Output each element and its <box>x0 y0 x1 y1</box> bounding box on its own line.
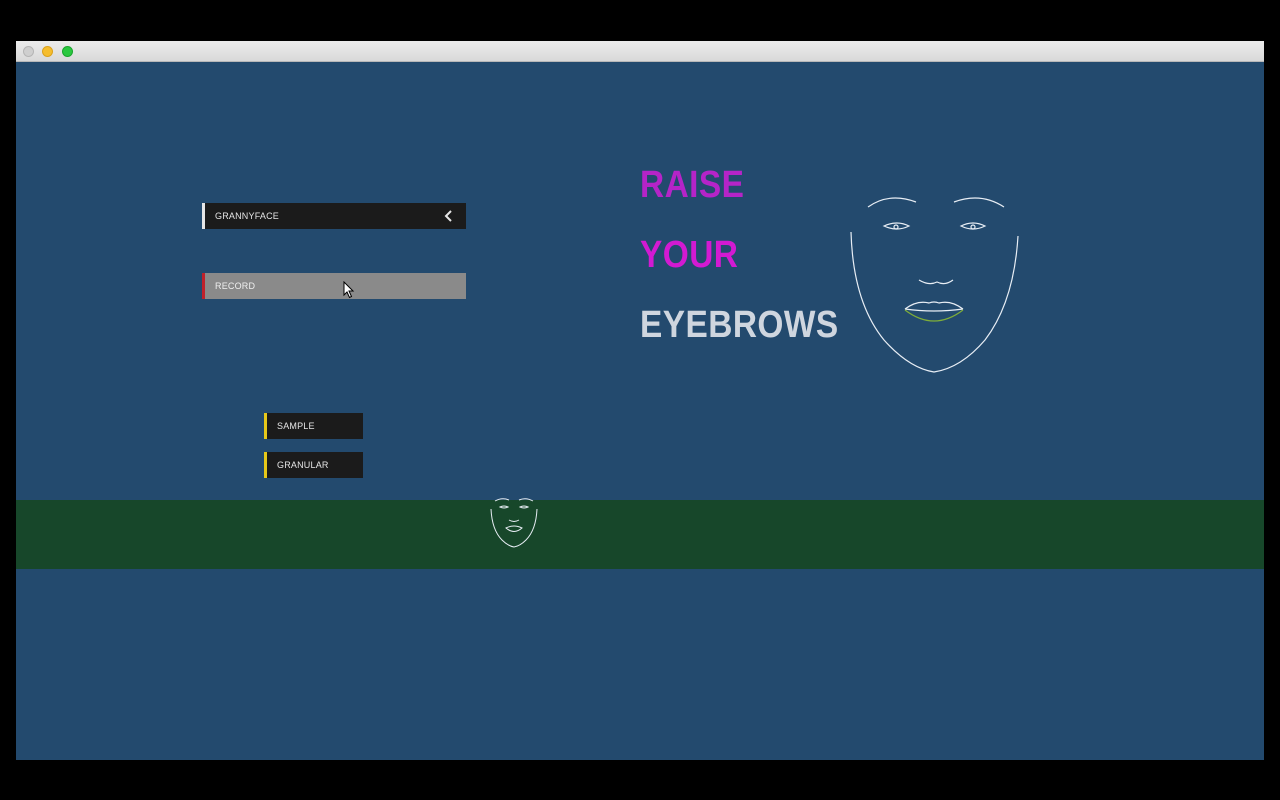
face-tracker-band <box>16 500 1264 569</box>
record-button[interactable]: RECORD <box>202 273 466 299</box>
granular-button[interactable]: GRANULAR <box>264 452 363 478</box>
app-canvas: GRANNYFACE RECORD SAMPLE GRANULAR RAISE … <box>16 62 1264 760</box>
upper-lip <box>904 301 964 310</box>
prompt-word-raise: RAISE <box>640 164 745 206</box>
prompt-word-eyebrows: EYEBROWS <box>640 304 839 346</box>
mouth-line <box>904 308 964 312</box>
grannyface-dropdown[interactable]: GRANNYFACE <box>202 203 466 229</box>
left-eye <box>882 222 911 230</box>
prompt-word-your: YOUR <box>640 234 739 276</box>
sample-label: SAMPLE <box>277 421 315 431</box>
chevron-left-icon[interactable] <box>444 210 454 222</box>
title-bar <box>16 41 1264 62</box>
face-thumbnail <box>490 498 538 548</box>
minimize-window-button[interactable] <box>42 46 53 57</box>
right-eye <box>959 222 987 230</box>
close-window-button[interactable] <box>23 46 34 57</box>
maximize-window-button[interactable] <box>62 46 73 57</box>
mouse-cursor-icon <box>343 281 355 299</box>
sample-button[interactable]: SAMPLE <box>264 413 363 439</box>
left-eyebrow <box>867 197 917 208</box>
nose <box>918 279 954 285</box>
lower-lip <box>904 309 964 322</box>
granular-label: GRANULAR <box>277 460 329 470</box>
app-window: GRANNYFACE RECORD SAMPLE GRANULAR RAISE … <box>16 41 1264 760</box>
record-label: RECORD <box>215 281 256 291</box>
face-tracking-preview <box>850 197 1019 373</box>
right-eyebrow <box>953 197 1005 208</box>
grannyface-label: GRANNYFACE <box>215 211 280 221</box>
